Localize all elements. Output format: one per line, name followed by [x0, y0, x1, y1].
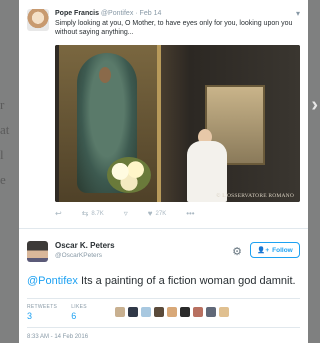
background-page-text: r at l e [0, 92, 20, 192]
reply-button[interactable]: ↩ [55, 210, 62, 218]
avatar[interactable] [127, 307, 138, 317]
author-handle[interactable]: @Pontifex [101, 10, 133, 17]
retweet-button[interactable]: ⇆ 8.7K [82, 210, 104, 218]
follow-user-icon: 👤+ [257, 247, 270, 254]
tweet-modal: Pope Francis @Pontifex · Feb 14 Simply l… [19, 0, 308, 343]
background-line: at [0, 122, 10, 137]
background-line: e [0, 172, 6, 187]
background-line: r [0, 97, 5, 112]
avatar[interactable] [153, 307, 164, 317]
reply-tweet: Oscar K. Peters @OscarKPeters ⚙ 👤+ Follo… [19, 229, 308, 288]
photo-watermark: © L'OSSERVATORE ROMANO [216, 193, 294, 199]
retweets-label: RETWEETS [27, 304, 58, 310]
tweet-timestamp[interactable]: 8:33 AM - 14 Feb 2016 [27, 334, 300, 340]
avatar[interactable] [218, 307, 229, 317]
tweet-stats: RETWEETS 3 LIKES 6 [27, 298, 300, 328]
avatar[interactable] [166, 307, 177, 317]
tweet-text: @Pontifex Its a painting of a fiction wo… [27, 274, 300, 288]
tweet-text: Simply looking at you, O Mother, to have… [55, 20, 293, 36]
retweets-stat[interactable]: RETWEETS 3 [27, 304, 57, 322]
more-button[interactable]: ••• [186, 210, 194, 218]
flower-bouquet [107, 157, 151, 193]
painting-face [99, 67, 111, 83]
avatar[interactable] [27, 241, 48, 262]
tweet-body: Its a painting of a fiction woman god da… [77, 275, 296, 287]
avatar[interactable] [27, 9, 49, 31]
avatar[interactable] [179, 307, 190, 317]
gear-icon[interactable]: ⚙ [232, 245, 242, 258]
background-line: l [0, 147, 4, 162]
avatar[interactable] [114, 307, 125, 317]
like-count: 27K [155, 211, 167, 217]
likes-stat[interactable]: LIKES 6 [71, 304, 87, 322]
retweet-count: 8.7K [91, 211, 104, 217]
next-arrow-icon[interactable]: › [311, 94, 318, 117]
mention-link[interactable]: @Pontifex [27, 275, 78, 287]
tweet-photo[interactable]: © L'OSSERVATORE ROMANO [55, 45, 300, 202]
avatar[interactable] [192, 307, 203, 317]
retweet-icon: ⇆ [81, 209, 89, 218]
follow-button[interactable]: 👤+ Follow [250, 242, 300, 258]
tweet-header: Pope Francis @Pontifex · Feb 14 [55, 9, 300, 18]
more-icon: ••• [186, 209, 195, 218]
liker-avatars [114, 307, 229, 317]
like-icon: ♥ [147, 209, 153, 218]
like-button[interactable]: ♥ 27K [148, 210, 166, 218]
save-button[interactable]: ▿ [124, 210, 128, 218]
likes-label: LIKES [71, 304, 87, 310]
retweets-value: 3 [27, 311, 33, 321]
original-tweet: Pope Francis @Pontifex · Feb 14 Simply l… [19, 0, 308, 37]
likes-value: 6 [71, 311, 77, 321]
follow-label: Follow [272, 246, 293, 254]
caret-down-icon[interactable]: ▾ [296, 9, 300, 18]
avatar[interactable] [205, 307, 216, 317]
tweet-date[interactable]: · Feb 14 [135, 10, 161, 17]
avatar[interactable] [140, 307, 151, 317]
shield-icon: ▿ [123, 209, 128, 218]
tweet-actions: ↩ ⇆ 8.7K ▿ ♥ 27K ••• [55, 208, 308, 220]
author-name[interactable]: Pope Francis [55, 10, 99, 17]
reply-icon: ↩ [55, 209, 62, 218]
